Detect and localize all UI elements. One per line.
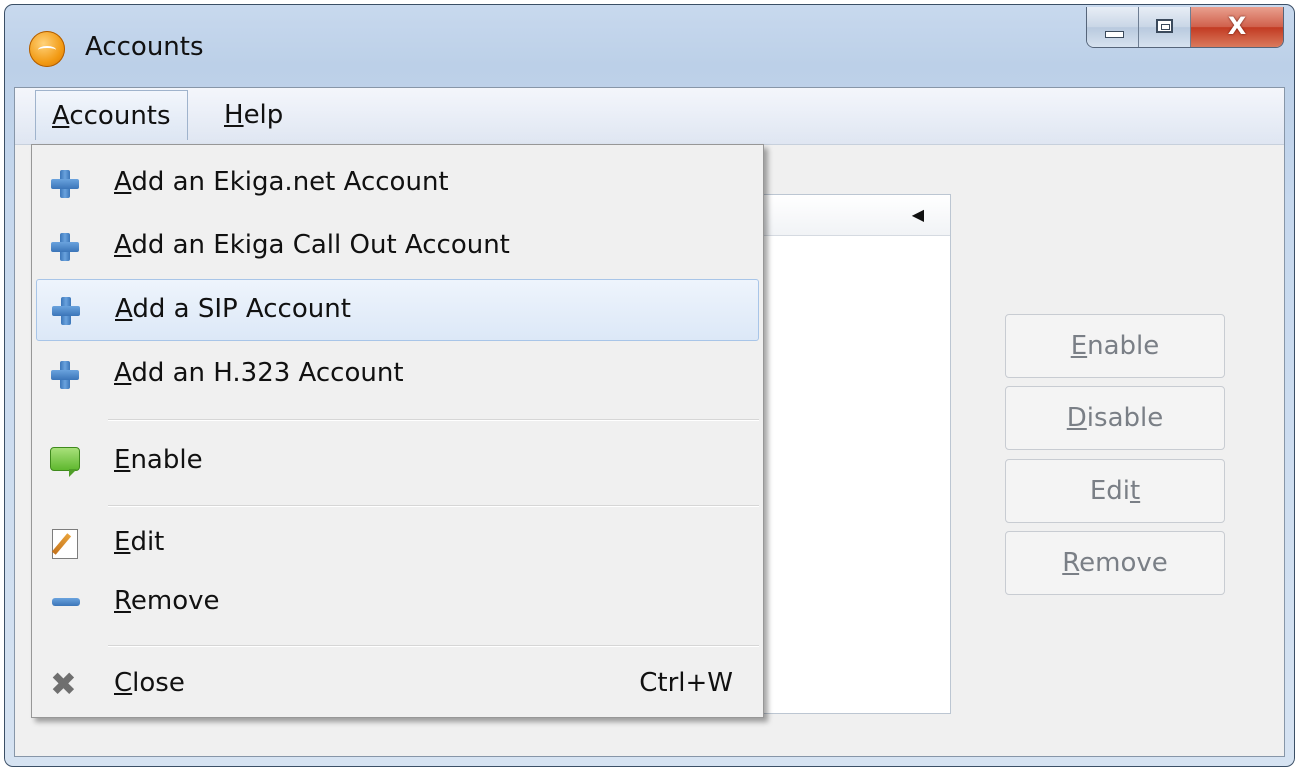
menu-item-label: Add an Ekiga Call Out Account: [114, 230, 510, 260]
plus-icon: [50, 169, 80, 199]
enable-button[interactable]: Enable: [1005, 314, 1225, 378]
edit-button-label: Edi: [1089, 476, 1130, 506]
menu-help[interactable]: Help: [208, 90, 299, 140]
menu-bar: Accounts Help: [15, 88, 1284, 145]
disable-button[interactable]: Disable: [1005, 386, 1225, 450]
enable-button-mnemonic: E: [1070, 331, 1088, 361]
window-controls: X: [1086, 7, 1284, 48]
menu-item-label: Edit: [114, 527, 165, 557]
disable-button-label: isable: [1086, 403, 1164, 433]
title-bar[interactable]: Accounts X: [5, 5, 1294, 85]
edit-button[interactable]: Edit: [1005, 459, 1225, 523]
remove-button[interactable]: Remove: [1005, 531, 1225, 595]
plus-icon: [50, 360, 80, 390]
minimize-button[interactable]: [1087, 7, 1139, 47]
edit-button-mnemonic: t: [1129, 476, 1141, 506]
disable-button-mnemonic: D: [1066, 403, 1087, 433]
plus-icon: [51, 296, 81, 326]
speech-bubble-icon: [50, 447, 80, 477]
menu-item-label: Add a SIP Account: [115, 294, 351, 324]
menu-accounts[interactable]: Accounts: [35, 90, 188, 140]
close-x-icon: ✖: [50, 665, 77, 703]
menu-item-remove[interactable]: Remove: [36, 572, 759, 634]
menu-accounts-mnemonic: A: [52, 101, 70, 131]
maximize-icon: [1156, 19, 1173, 33]
menu-item-label: Add an Ekiga.net Account: [114, 167, 449, 197]
remove-button-mnemonic: R: [1062, 548, 1080, 578]
menu-item-label: Remove: [114, 586, 220, 616]
accounts-dropdown-menu: Add an Ekiga.net Account Add an Ekiga Ca…: [31, 144, 764, 718]
maximize-button[interactable]: [1139, 7, 1191, 47]
menu-item-edit[interactable]: Edit: [36, 513, 759, 575]
menu-help-label: elp: [243, 100, 284, 130]
window-title: Accounts: [85, 32, 204, 62]
remove-button-label: emove: [1079, 548, 1168, 578]
menu-item-label: Add an H.323 Account: [114, 358, 404, 388]
menu-item-label: Close: [114, 668, 185, 698]
minimize-icon: [1105, 31, 1124, 38]
menu-item-close[interactable]: ✖ Close Ctrl+W: [36, 654, 759, 716]
edit-icon: [50, 529, 80, 559]
close-window-button[interactable]: X: [1191, 7, 1283, 47]
menu-item-add-ekiga-call-out-account[interactable]: Add an Ekiga Call Out Account: [36, 216, 759, 278]
menu-help-mnemonic: H: [224, 100, 244, 130]
menu-separator: [108, 505, 759, 507]
menu-item-add-ekiga-net-account[interactable]: Add an Ekiga.net Account: [36, 153, 759, 215]
menu-separator: [108, 645, 759, 647]
sort-arrow-icon: ◀: [911, 205, 924, 224]
enable-button-label: nable: [1087, 331, 1160, 361]
menu-item-label: Enable: [114, 445, 203, 475]
plus-icon: [50, 232, 80, 262]
menu-separator: [108, 419, 759, 421]
minus-icon: [50, 588, 80, 618]
ekiga-app-icon: [29, 31, 65, 67]
menu-accounts-label: ccounts: [69, 101, 171, 131]
menu-item-add-sip-account[interactable]: Add a SIP Account: [36, 279, 759, 341]
menu-item-shortcut: Ctrl+W: [639, 668, 733, 698]
menu-item-add-h323-account[interactable]: Add an H.323 Account: [36, 344, 759, 406]
close-icon: X: [1227, 12, 1247, 40]
menu-item-enable[interactable]: Enable: [36, 431, 759, 493]
